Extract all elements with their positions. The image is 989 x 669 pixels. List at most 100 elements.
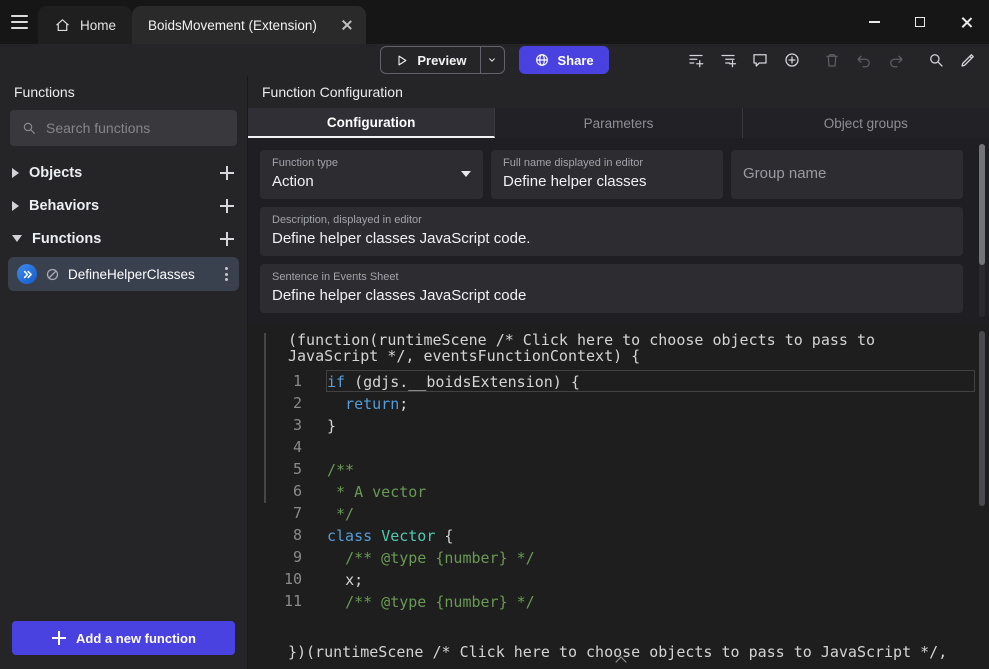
add-subevent-button[interactable] xyxy=(715,47,741,73)
code-line[interactable]: 5/** xyxy=(248,458,989,480)
project-tab-label: BoidsMovement (Extension) xyxy=(148,18,317,33)
description-label: Description, displayed in editor xyxy=(272,213,951,227)
full-name-field[interactable]: Full name displayed in editor Define hel… xyxy=(491,150,723,199)
tab-home[interactable]: Home xyxy=(38,6,132,44)
hamburger-icon xyxy=(11,15,28,29)
preview-button-main[interactable]: Preview xyxy=(381,47,479,73)
line-code[interactable]: class Vector { xyxy=(326,524,975,546)
sentence-value: Define helper classes JavaScript code xyxy=(272,286,951,306)
function-type-select[interactable]: Function type Action xyxy=(260,150,483,199)
add-event-button[interactable] xyxy=(683,47,709,73)
tab-parameters[interactable]: Parameters xyxy=(495,108,742,138)
line-code[interactable]: /** @type {number} */ xyxy=(326,590,975,612)
editor-scrollbar-thumb[interactable] xyxy=(979,331,985,506)
search-functions-input[interactable] xyxy=(46,120,227,136)
search-events-button[interactable] xyxy=(923,47,949,73)
code-line[interactable]: 10 x; xyxy=(248,568,989,590)
line-code[interactable]: /** @type {number} */ xyxy=(326,546,975,568)
description-field[interactable]: Description, displayed in editor Define … xyxy=(260,207,963,256)
undo-button[interactable] xyxy=(851,47,877,73)
form-scrollbar-thumb[interactable] xyxy=(979,144,985,265)
add-function-icon[interactable] xyxy=(219,231,235,247)
code-lines[interactable]: 1if (gdjs.__boidsExtension) {2 return;3}… xyxy=(248,370,989,612)
maximize-button[interactable] xyxy=(897,0,943,44)
code-footer-line[interactable]: })(runtimeScene /* Click here to choose … xyxy=(288,644,975,660)
tab-object-groups[interactable]: Object groups xyxy=(743,108,989,138)
add-new-function-button[interactable]: Add a new function xyxy=(12,621,235,655)
line-number: 11 xyxy=(248,592,326,610)
comment-icon xyxy=(751,51,769,69)
plus-icon xyxy=(51,630,67,646)
function-item-selected[interactable]: DefineHelperClasses xyxy=(8,257,239,291)
code-line[interactable]: 3} xyxy=(248,414,989,436)
preview-button[interactable]: Preview xyxy=(380,46,504,74)
sentence-field[interactable]: Sentence in Events Sheet Define helper c… xyxy=(260,264,963,313)
tab-project[interactable]: BoidsMovement (Extension) xyxy=(132,6,366,44)
code-line[interactable]: 4 xyxy=(248,436,989,458)
javascript-code-editor[interactable]: (function(runtimeScene /* Click here to … xyxy=(248,323,989,669)
line-code[interactable]: x; xyxy=(326,568,975,590)
add-comment-button[interactable] xyxy=(747,47,773,73)
line-code[interactable]: if (gdjs.__boidsExtension) { xyxy=(326,370,975,392)
code-line[interactable]: 2 return; xyxy=(248,392,989,414)
preview-button-label: Preview xyxy=(417,53,466,68)
section-label-objects: Objects xyxy=(29,165,209,181)
tree-section-functions[interactable]: Functions xyxy=(0,222,247,255)
delete-button[interactable] xyxy=(819,47,845,73)
code-header-line[interactable]: JavaScript */, eventsFunctionContext) { xyxy=(288,348,975,364)
preview-options-button[interactable] xyxy=(480,47,504,73)
code-line[interactable]: 11 /** @type {number} */ xyxy=(248,590,989,612)
close-window-button[interactable] xyxy=(943,0,989,44)
line-number: 4 xyxy=(248,438,326,456)
tab-configuration[interactable]: Configuration xyxy=(248,108,495,138)
titlebar: Home BoidsMovement (Extension) xyxy=(0,0,989,44)
line-code[interactable]: * A vector xyxy=(326,480,975,502)
close-tab-icon[interactable] xyxy=(340,18,354,32)
choose-event-button[interactable] xyxy=(779,47,805,73)
trash-icon xyxy=(823,51,841,69)
panel-resize-handle[interactable] xyxy=(264,333,266,503)
code-line[interactable]: 8class Vector { xyxy=(248,524,989,546)
add-object-icon[interactable] xyxy=(219,165,235,181)
line-code[interactable]: return; xyxy=(326,392,975,414)
code-header-line[interactable]: (function(runtimeScene /* Click here to … xyxy=(288,332,975,348)
add-function-button-label: Add a new function xyxy=(76,631,196,646)
function-configuration-panel: Function Configuration Configuration Par… xyxy=(248,76,989,669)
group-name-field[interactable]: Group name xyxy=(731,150,963,199)
code-line[interactable]: 9 /** @type {number} */ xyxy=(248,546,989,568)
line-code[interactable] xyxy=(326,436,975,458)
function-type-value: Action xyxy=(272,172,471,192)
sidebar-header: Functions xyxy=(0,76,247,108)
code-line[interactable]: 6 * A vector xyxy=(248,480,989,502)
function-item-menu-icon[interactable] xyxy=(223,263,230,284)
code-line[interactable]: 7 */ xyxy=(248,502,989,524)
redo-button[interactable] xyxy=(883,47,909,73)
form-scrollbar[interactable] xyxy=(979,144,985,317)
function-item-label: DefineHelperClasses xyxy=(68,267,215,282)
app-window: Home BoidsMovement (Extension) Preview xyxy=(0,0,989,669)
line-number: 6 xyxy=(248,482,326,500)
search-functions-box[interactable] xyxy=(10,110,237,146)
toolbar: Preview Share xyxy=(0,44,989,76)
line-code[interactable]: /** xyxy=(326,458,975,480)
line-number: 10 xyxy=(248,570,326,588)
tree-section-objects[interactable]: Objects xyxy=(0,156,247,189)
editor-scrollbar[interactable] xyxy=(979,331,985,631)
code-header[interactable]: (function(runtimeScene /* Click here to … xyxy=(248,332,989,364)
share-button[interactable]: Share xyxy=(519,46,609,74)
close-icon xyxy=(960,16,973,29)
main-menu-button[interactable] xyxy=(0,0,38,44)
line-code[interactable]: } xyxy=(326,414,975,436)
redo-icon xyxy=(887,51,905,69)
minimize-button[interactable] xyxy=(851,0,897,44)
section-label-behaviors: Behaviors xyxy=(29,198,209,214)
undo-icon xyxy=(855,51,873,69)
chevron-right-icon xyxy=(12,168,19,178)
edit-appearance-button[interactable] xyxy=(955,47,981,73)
chevron-down-icon xyxy=(461,171,471,182)
add-behavior-icon[interactable] xyxy=(219,198,235,214)
code-line[interactable]: 1if (gdjs.__boidsExtension) { xyxy=(248,370,989,392)
tree-section-behaviors[interactable]: Behaviors xyxy=(0,189,247,222)
line-code[interactable]: */ xyxy=(326,502,975,524)
functions-tree: Objects Behaviors Functions xyxy=(0,156,247,293)
